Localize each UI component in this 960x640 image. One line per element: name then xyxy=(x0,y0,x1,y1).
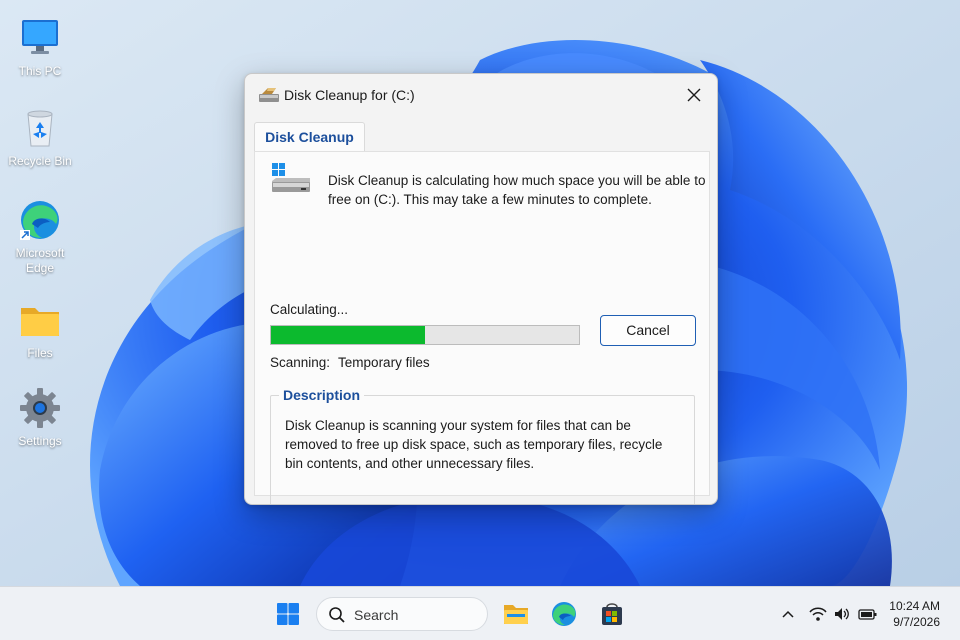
cancel-button[interactable]: Cancel xyxy=(600,315,696,346)
store-icon xyxy=(602,603,622,625)
close-button[interactable] xyxy=(679,80,709,110)
taskbar-file-explorer[interactable] xyxy=(500,598,532,630)
volume-button[interactable] xyxy=(832,604,852,624)
wifi-icon xyxy=(809,607,827,621)
taskbar-edge[interactable] xyxy=(548,598,580,630)
intro-text: Disk Cleanup is calculating how much spa… xyxy=(328,173,706,207)
status-label: Calculating... xyxy=(270,302,349,317)
file-explorer-icon xyxy=(504,605,528,624)
desktop-icon-files[interactable]: Files xyxy=(0,298,80,361)
gear-icon xyxy=(20,388,60,428)
progress-bar xyxy=(270,325,580,345)
scanning-value: Temporary files xyxy=(338,355,430,370)
monitor-icon xyxy=(22,20,58,54)
folder-icon xyxy=(21,308,59,336)
taskbar-search[interactable]: Search xyxy=(316,597,488,631)
desktop-icon-settings[interactable]: Settings xyxy=(0,386,80,449)
search-placeholder: Search xyxy=(354,607,399,623)
desktop-icon-label: Microsoft Edge xyxy=(15,246,65,275)
disk-cleanup-dialog: Disk Cleanup for (C:) Disk Cleanup Disk … xyxy=(244,73,718,505)
scanning-status: Scanning: Temporary files xyxy=(270,355,430,370)
search-icon xyxy=(329,607,345,623)
desktop-icon-label: This PC xyxy=(18,64,62,78)
disk-cleanup-app-icon xyxy=(259,88,279,102)
taskbar-clock[interactable]: 10:24 AM 9/7/2026 xyxy=(889,598,940,630)
taskbar-store[interactable] xyxy=(596,598,628,630)
clock-time: 10:24 AM xyxy=(889,599,940,613)
windows-start-icon xyxy=(277,603,299,625)
volume-icon xyxy=(835,608,849,620)
desktop-icon-label: Files xyxy=(27,346,53,360)
tab-disk-cleanup[interactable]: Disk Cleanup xyxy=(254,122,365,152)
desktop-icon-label: Recycle Bin xyxy=(8,154,72,168)
description-groupbox: Description Disk Cleanup is scanning you… xyxy=(270,387,695,504)
desktop-icon-recycle-bin[interactable]: Recycle Bin xyxy=(0,106,80,169)
network-button[interactable] xyxy=(808,604,828,624)
battery-icon xyxy=(858,609,877,620)
description-title: Description xyxy=(279,387,365,403)
desktop-icon-this-pc[interactable]: This PC xyxy=(0,16,80,79)
close-icon xyxy=(687,88,701,102)
recycle-bin-icon xyxy=(27,110,53,147)
title-bar[interactable]: Disk Cleanup for (C:) xyxy=(245,74,717,116)
hard-drive-icon xyxy=(272,163,310,192)
edge-icon xyxy=(552,602,576,626)
battery-button[interactable] xyxy=(858,604,878,624)
tab-panel: Disk Cleanup is calculating how much spa… xyxy=(254,151,710,504)
description-text: Disk Cleanup is scanning your system for… xyxy=(285,418,663,471)
chevron-up-icon xyxy=(782,610,794,618)
desktop-icon-microsoft-edge[interactable]: Microsoft Edge xyxy=(0,198,80,276)
dialog-title: Disk Cleanup for (C:) xyxy=(284,87,415,103)
desktop-icon-label: Settings xyxy=(18,434,62,448)
clock-date: 9/7/2026 xyxy=(893,615,940,629)
taskbar: Search 10:24 AM 9/7/2026 xyxy=(0,586,960,640)
edge-icon xyxy=(20,201,59,240)
show-hidden-icons-button[interactable] xyxy=(778,604,798,624)
progress-fill xyxy=(271,326,425,344)
start-button[interactable] xyxy=(272,598,304,630)
scanning-label: Scanning: xyxy=(270,355,331,370)
